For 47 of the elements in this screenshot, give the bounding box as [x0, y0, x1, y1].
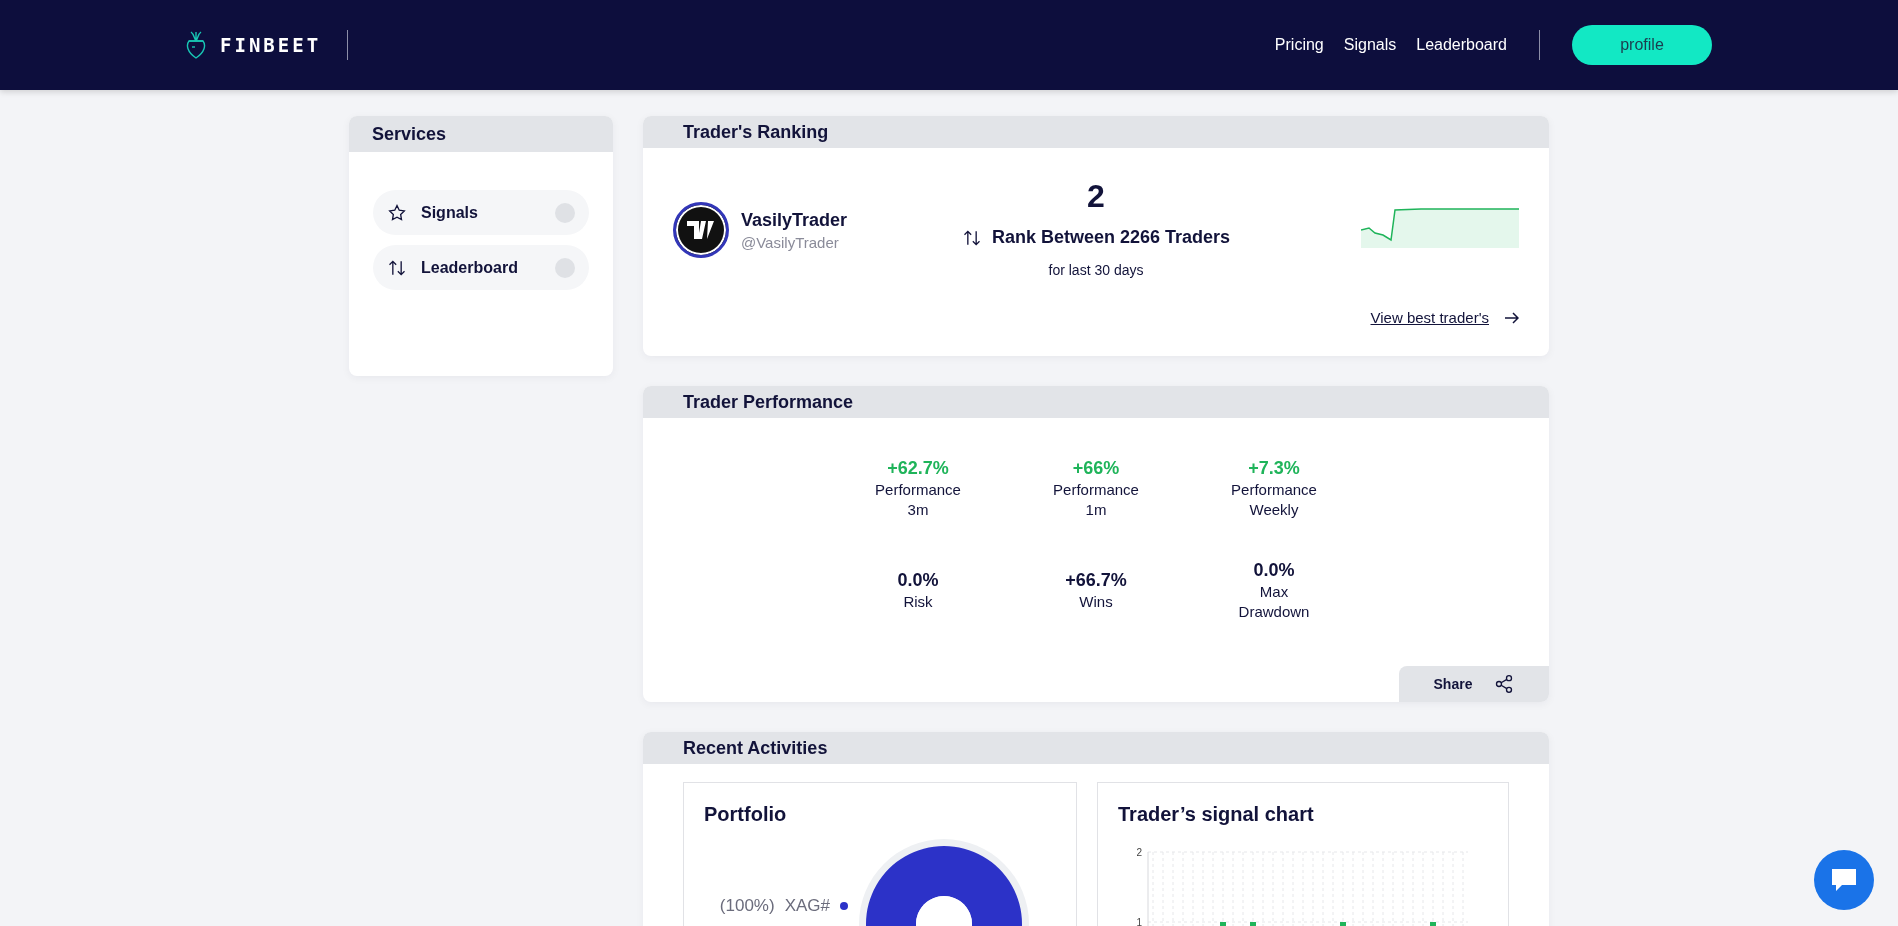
arrow-right-icon	[1505, 311, 1519, 324]
stat-label: Performance 1m	[1052, 480, 1140, 520]
axis-tick-label: 2	[1136, 847, 1142, 858]
signal-bar	[1250, 922, 1256, 926]
legend-percent: (100%)	[719, 896, 775, 916]
card-title: Recent Activities	[643, 732, 1549, 764]
sidebar-item[interactable]: Signals	[373, 190, 589, 235]
stat-value: +62.7%	[887, 458, 949, 479]
card-title: Trader's Ranking	[643, 116, 1549, 148]
avatar-logo-icon	[673, 202, 729, 258]
rank-label: Rank Between 2266 Traders	[991, 227, 1231, 248]
brand-name: FINBEET	[220, 34, 322, 56]
panel-title: Services	[349, 116, 613, 152]
share-button[interactable]: Share	[1399, 666, 1549, 702]
stat-value: +7.3%	[1248, 458, 1300, 479]
stat-value: +66.7%	[1065, 570, 1127, 591]
star-icon	[387, 202, 407, 223]
sidebar-item[interactable]: Leaderboard	[373, 245, 589, 290]
period-label: for last 30 days	[1048, 262, 1144, 278]
chat-button[interactable]	[1814, 850, 1874, 910]
panel-title: Portfolio	[704, 803, 788, 826]
chat-bubble-icon	[1830, 867, 1858, 893]
stat-value: +66%	[1072, 458, 1120, 479]
view-best-traders-link[interactable]: View best trader's	[1370, 309, 1519, 326]
stat-label: Wins	[1079, 592, 1113, 612]
signal-bar	[1220, 922, 1226, 926]
card-title: Trader Performance	[643, 386, 1549, 418]
nav-link[interactable]: Leaderboard	[1416, 36, 1507, 54]
stat-label: Performance 3m	[874, 480, 962, 520]
legend-label: XAG#	[784, 896, 830, 916]
signal-bar	[1430, 922, 1436, 926]
trader-name: VasilyTrader	[741, 209, 848, 231]
stat-label: Max Drawdown	[1237, 582, 1311, 622]
beet-logo-icon	[186, 30, 206, 60]
rank-number: 2	[1087, 178, 1105, 215]
axis-tick-label: 1	[1136, 917, 1142, 926]
stat-value: 0.0%	[897, 570, 939, 591]
panel-title: Trader’s signal chart	[1118, 803, 1315, 826]
profile-button[interactable]: profile	[1572, 25, 1712, 65]
stat-value: 0.0%	[1253, 560, 1295, 581]
nav-link[interactable]: Signals	[1343, 36, 1397, 54]
stat-label: Risk	[903, 592, 933, 612]
trader-handle: @VasilyTrader	[741, 233, 840, 251]
signal-bar	[1340, 922, 1346, 926]
stat-label: Performance Weekly	[1230, 480, 1318, 520]
share-icon	[1494, 674, 1515, 694]
nav-link[interactable]: Pricing	[1274, 36, 1324, 54]
